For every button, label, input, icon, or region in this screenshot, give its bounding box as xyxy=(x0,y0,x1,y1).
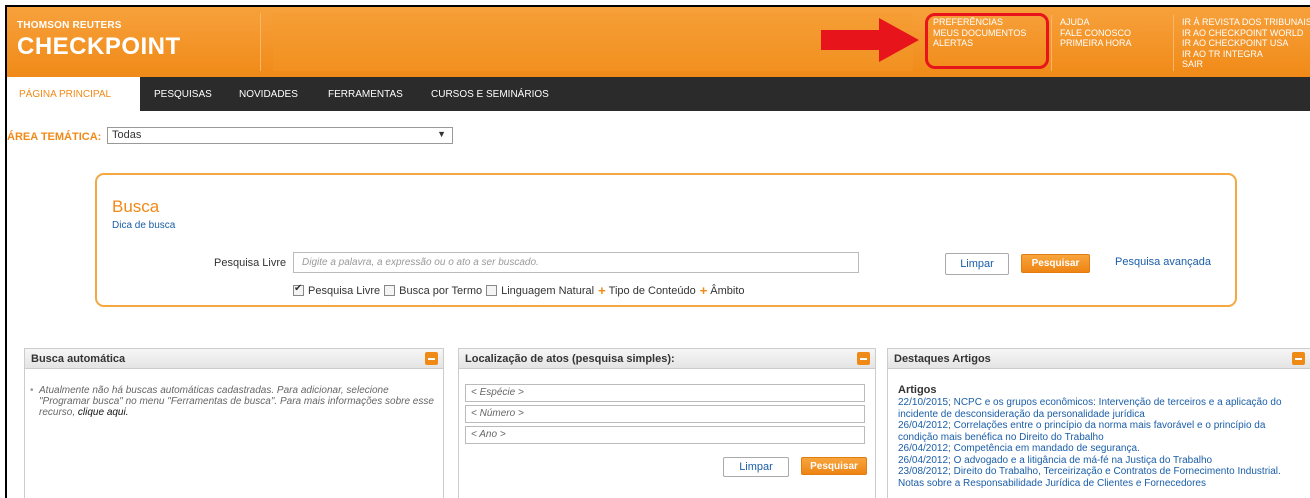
search-button[interactable]: Pesquisar xyxy=(1021,254,1090,273)
plus-icon: + xyxy=(699,283,708,298)
link-checkpoint-world[interactable]: IR AO CHECKPOINT WORLD xyxy=(1182,28,1310,39)
link-ajuda[interactable]: AJUDA xyxy=(1060,17,1132,28)
search-field-label: Pesquisa Livre xyxy=(214,257,287,269)
search-button[interactable]: Pesquisar xyxy=(801,457,867,475)
main-nav: PÁGINA PRINCIPAL PESQUISAS NOVIDADES FER… xyxy=(7,77,1310,111)
header-panel xyxy=(273,13,913,71)
option-label: Pesquisa Livre xyxy=(308,284,381,297)
header-separator xyxy=(1051,15,1052,71)
clear-button[interactable]: Limpar xyxy=(723,457,789,477)
link-fale-conosco[interactable]: FALE CONOSCO xyxy=(1060,28,1132,39)
option-label: Busca por Termo xyxy=(399,284,483,297)
option-linguagem-natural[interactable]: Linguagem Natural xyxy=(486,285,594,297)
especie-field[interactable]: < Espécie > xyxy=(465,384,865,402)
dropdown-arrow-icon: ▼ xyxy=(437,129,446,139)
search-tip-link[interactable]: Dica de busca xyxy=(112,220,175,231)
bullet-icon: • xyxy=(30,385,34,396)
ano-field[interactable]: < Ano > xyxy=(465,426,865,444)
articles-list: 22/10/2015; NCPC e os grupos econômicos:… xyxy=(898,397,1308,489)
panel-busca-automatica: Busca automática • Atualmente não há bus… xyxy=(24,348,444,498)
clear-button[interactable]: Limpar xyxy=(945,253,1009,275)
collapse-icon[interactable] xyxy=(1292,352,1305,365)
link-primeira-hora[interactable]: PRIMEIRA HORA xyxy=(1060,38,1132,49)
link-tr-integra[interactable]: IR AO TR INTEGRA xyxy=(1182,49,1310,60)
link-sair[interactable]: SAIR xyxy=(1182,59,1310,70)
tab-novidades[interactable]: NOVIDADES xyxy=(239,89,298,100)
article-link[interactable]: 26/04/2012; Competência em mandado de se… xyxy=(898,443,1308,455)
panel-title: Destaques Artigos xyxy=(894,353,991,365)
header-links-products: IR À REVISTA DOS TRIBUNAIS IR AO CHECKPO… xyxy=(1182,17,1310,70)
brand-small: THOMSON REUTERS xyxy=(17,20,122,31)
panel-localizacao-atos: Localização de atos (pesquisa simples): … xyxy=(458,348,876,498)
arrow-annotation-icon xyxy=(821,18,919,62)
link-checkpoint-usa[interactable]: IR AO CHECKPOINT USA xyxy=(1182,38,1310,49)
panel-header: Localização de atos (pesquisa simples): xyxy=(459,349,875,369)
article-link[interactable]: 23/08/2012; Direito do Trabalho, Terceir… xyxy=(898,466,1308,489)
search-options: Pesquisa Livre Busca por Termo Linguagem… xyxy=(293,283,749,298)
header-divider xyxy=(260,13,261,71)
article-link[interactable]: 26/04/2012; Correlações entre o princípi… xyxy=(898,420,1308,443)
collapse-icon[interactable] xyxy=(857,352,870,365)
plus-icon: + xyxy=(598,283,606,298)
app-frame: THOMSON REUTERS CHECKPOINT PREFERÊNCIAS … xyxy=(5,5,1310,498)
search-input[interactable] xyxy=(293,252,859,273)
article-link[interactable]: 22/10/2015; NCPC e os grupos econômicos:… xyxy=(898,397,1308,420)
panel-title: Localização de atos (pesquisa simples): xyxy=(465,353,675,365)
area-tematica-label: ÁREA TEMÁTICA: xyxy=(7,131,102,143)
brand-logo[interactable]: CHECKPOINT xyxy=(17,33,181,61)
click-here-link[interactable]: clique aqui. xyxy=(78,407,129,418)
header-separator xyxy=(1173,15,1174,71)
auto-search-message: • Atualmente não há buscas automáticas c… xyxy=(30,385,434,418)
tab-label: PÁGINA PRINCIPAL xyxy=(19,89,112,100)
checkbox-icon[interactable] xyxy=(384,285,396,296)
highlight-annotation xyxy=(925,13,1049,69)
option-pesquisa-livre[interactable]: Pesquisa Livre xyxy=(293,283,381,297)
panel-title: Busca automática xyxy=(31,353,126,365)
tab-pesquisas[interactable]: PESQUISAS xyxy=(154,89,212,100)
option-busca-termo[interactable]: Busca por Termo xyxy=(384,285,482,297)
tab-ferramentas[interactable]: FERRAMENTAS xyxy=(328,89,403,100)
article-link[interactable]: 26/04/2012; O advogado e a litigância de… xyxy=(898,455,1308,467)
advanced-search-link[interactable]: Pesquisa avançada xyxy=(1115,256,1211,268)
tab-cursos-seminarios[interactable]: CURSOS E SEMINÁRIOS xyxy=(431,89,549,100)
checkbox-icon[interactable] xyxy=(293,283,304,296)
header: THOMSON REUTERS CHECKPOINT PREFERÊNCIAS … xyxy=(7,7,1310,77)
articles-heading: Artigos xyxy=(898,384,937,396)
header-links-help: AJUDA FALE CONOSCO PRIMEIRA HORA xyxy=(1060,17,1132,49)
option-label: Âmbito xyxy=(710,284,745,297)
area-tematica-select[interactable]: Todas ▼ xyxy=(107,127,453,144)
checkbox-icon[interactable] xyxy=(486,285,498,296)
option-ambito[interactable]: + Âmbito xyxy=(700,283,745,298)
tab-pagina-principal[interactable]: PÁGINA PRINCIPAL xyxy=(7,77,140,111)
area-selected-value: Todas xyxy=(112,129,142,141)
panel-header: Destaques Artigos xyxy=(888,349,1310,369)
search-title: Busca xyxy=(112,197,160,216)
link-revista-tribunais[interactable]: IR À REVISTA DOS TRIBUNAIS xyxy=(1182,17,1310,28)
search-box: Busca Dica de busca Pesquisa Livre Limpa… xyxy=(95,173,1237,307)
panel-header: Busca automática xyxy=(25,349,443,369)
option-label: Tipo de Conteúdo xyxy=(608,284,696,297)
numero-field[interactable]: < Número > xyxy=(465,405,865,423)
option-label: Linguagem Natural xyxy=(501,284,595,297)
option-tipo-conteudo[interactable]: + Tipo de Conteúdo xyxy=(598,283,696,298)
panel-destaques-artigos: Destaques Artigos Artigos 22/10/2015; NC… xyxy=(887,348,1310,498)
collapse-icon[interactable] xyxy=(425,352,438,365)
